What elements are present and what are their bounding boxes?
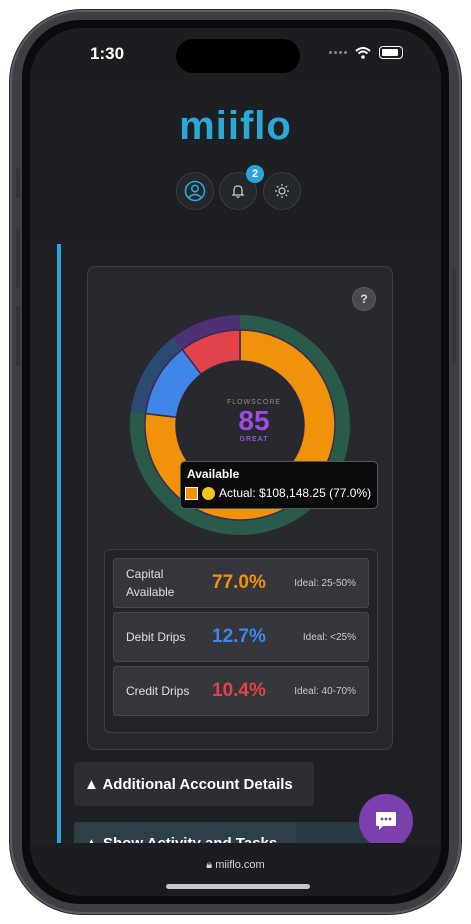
- flowscore-card: ? FLOWSCORE 85 GREAT Available Actual: $…: [87, 266, 393, 750]
- mute-switch: [16, 168, 20, 198]
- stat-ideal: Ideal: <25%: [302, 631, 356, 643]
- stat-value: 10.4%: [212, 680, 266, 701]
- stat-value: 12.7%: [212, 626, 266, 647]
- power-button: [452, 268, 456, 364]
- bell-icon: [231, 185, 245, 198]
- battery-icon: [379, 46, 403, 59]
- wifi-icon: [355, 46, 371, 59]
- legend-swatch: [185, 486, 198, 500]
- coin-icon: [202, 486, 215, 500]
- signal-icon: [329, 51, 347, 54]
- tooltip-text: Actual: $108,148.25 (77.0%): [219, 486, 372, 500]
- flowscore-rating: GREAT: [239, 436, 269, 443]
- screen: 1:30 miiflo 2 ? FLOWSCORE 85 GREAT Avail…: [30, 28, 441, 896]
- flowscore-value: 85: [238, 405, 270, 436]
- notification-badge: 2: [246, 165, 264, 183]
- stat-label: Debit Drips: [126, 630, 186, 644]
- notifications-button[interactable]: 2: [219, 165, 264, 210]
- app-header: miiflo 2: [30, 86, 441, 244]
- sun-icon: [275, 184, 289, 198]
- stat-row-debit-drips: Debit Drips 12.7% Ideal: <25%: [113, 612, 369, 662]
- dashboard-content[interactable]: ? FLOWSCORE 85 GREAT Available Actual: $…: [30, 244, 441, 862]
- lock-icon: 🔒︎: [206, 859, 213, 871]
- stat-value: 77.0%: [212, 572, 266, 593]
- stat-label: Capital Available: [126, 567, 175, 599]
- stat-row-capital-available: Capital Available 77.0% Ideal: 25-50%: [113, 558, 369, 608]
- status-time: 1:30: [90, 44, 125, 63]
- chat-button[interactable]: [359, 794, 413, 848]
- stat-ideal: Ideal: 40-70%: [294, 685, 356, 697]
- status-icons: [329, 46, 403, 59]
- stat-ideal: Ideal: 25-50%: [294, 577, 356, 589]
- flowscore-center: FLOWSCORE 85 GREAT: [214, 399, 294, 443]
- url-text: miiflo.com: [215, 859, 265, 871]
- tooltip-row: Actual: $108,148.25 (77.0%): [185, 486, 371, 500]
- url-display[interactable]: 🔒︎ miiflo.com: [30, 859, 441, 872]
- timeline-accent-line: [57, 244, 61, 849]
- chat-icon: [376, 812, 396, 830]
- help-button[interactable]: ?: [352, 287, 376, 311]
- stat-row-credit-drips: Credit Drips 10.4% Ideal: 40-70%: [113, 666, 369, 716]
- chart-tooltip: Available Actual: $108,148.25 (77.0%): [180, 461, 378, 509]
- theme-toggle-button[interactable]: [263, 172, 301, 210]
- user-icon: [184, 180, 206, 202]
- stat-label: Credit Drips: [126, 684, 190, 698]
- browser-bar: 🔒︎ miiflo.com: [30, 843, 441, 896]
- dynamic-island: [176, 39, 300, 73]
- volume-up-button: [16, 228, 20, 288]
- volume-down-button: [16, 306, 20, 366]
- additional-account-details-button[interactable]: ▲ Additional Account Details: [74, 762, 314, 806]
- tooltip-title: Available: [187, 467, 240, 481]
- miiflo-logo[interactable]: miiflo: [30, 104, 441, 149]
- stats-panel: Capital Available 77.0% Ideal: 25-50% De…: [104, 549, 378, 733]
- home-indicator[interactable]: [166, 884, 310, 889]
- profile-button[interactable]: [176, 172, 214, 210]
